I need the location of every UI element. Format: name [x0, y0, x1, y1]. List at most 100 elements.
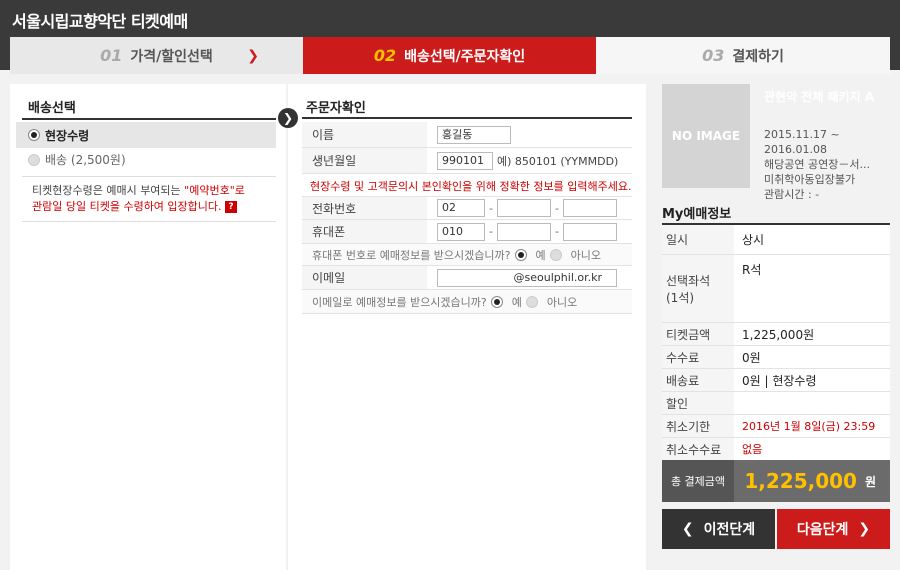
- row-label: 선택좌석 (1석): [662, 255, 734, 322]
- step-number: 01: [100, 46, 123, 65]
- sms-consent-row: 휴대폰 번호로 예매정보를 받으시겠습니까? 예 아니오: [302, 244, 632, 266]
- sms-question: 휴대폰 번호로 예매정보를 받으시겠습니까?: [312, 248, 511, 262]
- email-field[interactable]: @seoulphil.or.kr: [437, 268, 617, 287]
- divider: [302, 117, 632, 119]
- chevron-left-icon: ❮: [681, 521, 694, 537]
- help-icon[interactable]: ?: [225, 201, 238, 213]
- row-value: [734, 392, 890, 414]
- dash: -: [489, 225, 493, 238]
- row-value: 상시: [742, 233, 765, 247]
- total-payment: 총 결제금액 1,225,000 원: [662, 460, 890, 502]
- radio-off-icon[interactable]: [549, 248, 562, 261]
- row-value: 0원 | 현장수령: [742, 373, 817, 388]
- step-2-current: 02 배송선택/주문자확인: [303, 37, 605, 74]
- row-value: R석: [742, 263, 762, 277]
- no-image-placeholder: NO IMAGE: [662, 84, 750, 188]
- email-label: 이메일: [302, 266, 427, 289]
- orderer-title: 주문자확인: [306, 101, 366, 116]
- yes-label: 예: [535, 248, 546, 262]
- product-venue: 해당공연 공연장－서...: [764, 158, 870, 171]
- dash: -: [554, 201, 559, 215]
- prev-label: 이전단계: [703, 522, 756, 538]
- phone-row: 전화번호 02 - -: [302, 196, 632, 220]
- row-value: 없음: [742, 443, 763, 456]
- email-row: 이메일 @seoulphil.or.kr: [302, 266, 632, 290]
- row-value: 1,225,000원: [742, 327, 815, 342]
- mobile-field-3[interactable]: [562, 222, 617, 241]
- birth-label: 생년월일: [302, 148, 427, 173]
- row-label: 배송료: [662, 369, 734, 391]
- option-delivery[interactable]: 배송 (2,500원): [28, 151, 126, 168]
- name-row: 이름 홍길동: [302, 122, 632, 148]
- row-label: 티켓금액: [662, 323, 734, 345]
- radio-selected-icon[interactable]: [514, 248, 527, 261]
- prev-step-button[interactable]: ❮ 이전단계: [662, 509, 775, 549]
- product-period: 2015.11.17 ~ 2016.01.08: [764, 128, 840, 156]
- pickup-notice: 티켓현장수령은 예매시 부여되는 "예약번호"로 관람일 당일 티켓을 수령하여…: [22, 176, 276, 222]
- option-onsite-pickup[interactable]: 현장수령: [16, 122, 276, 148]
- option-label: 현장수령: [45, 128, 90, 143]
- phone-field-3[interactable]: [562, 199, 617, 217]
- step-label: 배송선택/주문자확인: [404, 48, 526, 65]
- table-row: 배송료 0원 | 현장수령: [662, 369, 890, 392]
- product-age: 미취학아동입장불가: [764, 173, 856, 186]
- verification-warning: 현장수령 및 고객문의시 본인확인을 위해 정확한 정보를 입력해주세요.: [310, 180, 632, 193]
- table-row: 일시 상시: [662, 225, 890, 255]
- birth-field[interactable]: 990101: [437, 151, 493, 170]
- step-number: 02: [373, 46, 397, 65]
- no-label: 아니오: [570, 248, 601, 262]
- divider: [22, 118, 276, 120]
- step-label: 가격/할인선택: [130, 48, 213, 65]
- row-value: 0원: [742, 350, 761, 365]
- table-row: 할인: [662, 392, 890, 415]
- row-label: 일시: [662, 225, 734, 254]
- email-consent-row: 이메일로 예매정보를 받으시겠습니까? 예 아니오: [302, 290, 632, 314]
- table-row: 티켓금액 1,225,000원: [662, 323, 890, 346]
- total-label: 총 결제금액: [670, 475, 726, 488]
- table-row: 수수료 0원: [662, 346, 890, 369]
- mobile-row: 휴대폰 010 - -: [302, 220, 632, 244]
- next-label: 다음단계: [796, 522, 849, 538]
- notice-highlight: "예약번호"로: [184, 184, 245, 197]
- total-amount: 1,225,000: [744, 469, 857, 493]
- step-label: 결제하기: [732, 48, 784, 65]
- dash: -: [489, 201, 493, 215]
- radio-disabled-icon[interactable]: [28, 153, 40, 166]
- row-label: 취소기한: [662, 415, 734, 437]
- mobile-field-1[interactable]: 010: [437, 222, 485, 241]
- row-label: 수수료: [662, 346, 734, 368]
- radio-selected-icon[interactable]: [490, 295, 503, 308]
- no-label: 아니오: [546, 295, 578, 309]
- phone-field-1[interactable]: 02: [437, 199, 485, 217]
- next-step-button[interactable]: 다음단계 ❯: [777, 509, 890, 549]
- table-row: 선택좌석 (1석) R석: [662, 255, 890, 323]
- total-unit: 원: [864, 474, 876, 489]
- step-indicator: 01 가격/할인선택 ❯ 02 배송선택/주문자확인 03 결제하기: [10, 37, 890, 74]
- table-row: 취소기한 2016년 1월 8일(금) 23:59: [662, 415, 890, 438]
- radio-selected-icon[interactable]: [28, 129, 40, 141]
- delivery-title: 배송선택: [28, 101, 76, 116]
- product-info: 2015.11.17 ~ 2016.01.08 해당공연 공연장－서... 미취…: [764, 127, 900, 202]
- notice-text: 티켓현장수령은 예매시 부여되는: [32, 184, 185, 197]
- name-field[interactable]: 홍길동: [437, 125, 511, 144]
- product-name: 관현악 전체 패키지 A: [764, 90, 875, 104]
- radio-off-icon[interactable]: [525, 295, 538, 308]
- birth-hint: 예) 850101 (YYMMDD): [497, 154, 619, 168]
- table-row: 취소수수료 없음: [662, 438, 890, 461]
- row-value: 2016년 1월 8일(금) 23:59: [742, 420, 876, 433]
- phone-field-2[interactable]: [496, 199, 551, 217]
- step-1: 01 가격/할인선택 ❯: [10, 37, 303, 74]
- product-runtime: 관람시간 : -: [764, 188, 820, 201]
- step-3: 03 결제하기: [596, 37, 890, 74]
- name-label: 이름: [302, 122, 427, 147]
- option-label: 배송 (2,500원): [45, 153, 126, 167]
- mobile-field-2[interactable]: [496, 222, 551, 241]
- yes-label: 예: [511, 295, 522, 309]
- notice-text-2: 관람일 당일 티켓을 수령하여 입장합니다.: [32, 200, 222, 213]
- mobile-label: 휴대폰: [302, 220, 427, 243]
- step-number: 03: [702, 46, 725, 65]
- phone-label: 전화번호: [302, 197, 427, 219]
- chevron-right-icon: ❯: [858, 521, 871, 537]
- row-label: 취소수수료: [662, 438, 734, 460]
- chevron-right-icon: ❯: [247, 47, 259, 64]
